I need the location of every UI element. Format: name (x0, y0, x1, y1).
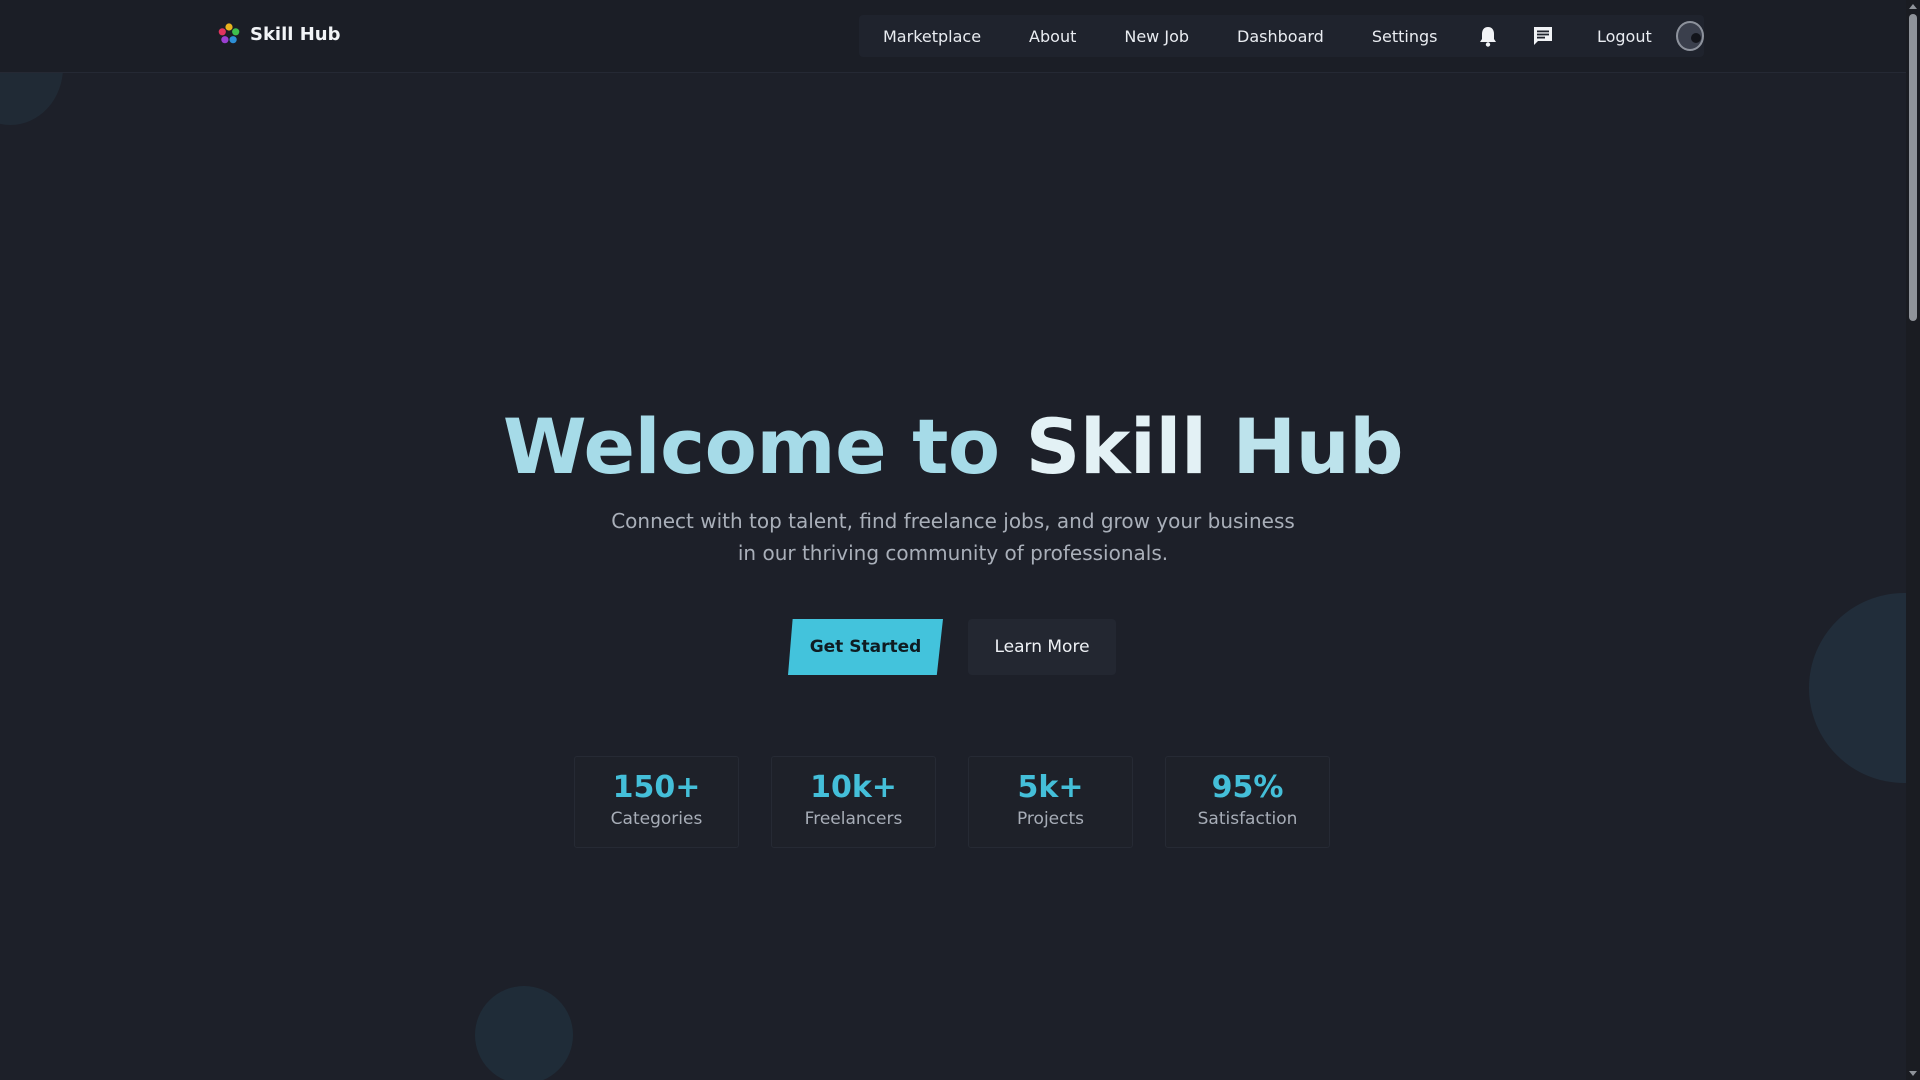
stat-card: 5k+ Projects (968, 756, 1133, 848)
nav-item-dashboard[interactable]: Dashboard (1237, 27, 1324, 46)
vertical-scrollbar[interactable] (1906, 0, 1920, 1080)
hero-title-part: Welcome to (502, 402, 1026, 491)
nav-item-marketplace[interactable]: Marketplace (883, 27, 981, 46)
nav-item-new-job[interactable]: New Job (1124, 27, 1189, 46)
decorative-circle (1809, 593, 1920, 783)
user-avatar[interactable] (1675, 21, 1704, 51)
stat-card: 150+ Categories (574, 756, 739, 848)
nav-item-about[interactable]: About (1029, 27, 1076, 46)
stat-label: Freelancers (804, 809, 903, 829)
bell-icon[interactable] (1477, 25, 1498, 47)
stat-value: 95% (1211, 770, 1284, 805)
stat-label: Categories (610, 809, 703, 829)
brand-home-link[interactable]: Skill Hub (217, 22, 340, 46)
page: Skill Hub Marketplace About New Job Dash… (0, 0, 1920, 1080)
colorful-flower-logo-icon (218, 23, 240, 44)
scrollbar-thumb[interactable] (1909, 14, 1917, 321)
stat-label: Satisfaction (1197, 809, 1298, 829)
top-navigation-bar: Skill Hub Marketplace About New Job Dash… (0, 0, 1906, 73)
stat-card: 95% Satisfaction (1165, 756, 1330, 848)
hero-title-part: Skill (1025, 402, 1233, 491)
hero-title: Welcome to Skill Hub (0, 402, 1906, 492)
stat-label: Projects (1016, 809, 1085, 829)
learn-more-button[interactable]: Learn More (968, 619, 1116, 675)
hero-subtitle: Connect with top talent, find freelance … (611, 509, 1295, 565)
main-nav: Marketplace About New Job Dashboard Sett… (859, 15, 1704, 57)
scroll-down-arrow-icon[interactable] (1909, 1071, 1917, 1076)
scroll-up-arrow-icon[interactable] (1909, 4, 1917, 9)
brand-name: Skill Hub (250, 23, 341, 45)
logout-link[interactable]: Logout (1597, 27, 1652, 46)
stat-card: 10k+ Freelancers (771, 756, 936, 848)
chat-icon[interactable] (1532, 25, 1554, 47)
stat-value: 10k+ (810, 770, 897, 805)
nav-item-settings[interactable]: Settings (1372, 27, 1438, 46)
stat-value: 150+ (612, 770, 701, 805)
get-started-button[interactable]: Get Started (788, 619, 943, 675)
stat-value: 5k+ (1017, 770, 1084, 805)
hero-title-part: Hub (1232, 402, 1404, 491)
decorative-circle (475, 986, 573, 1080)
